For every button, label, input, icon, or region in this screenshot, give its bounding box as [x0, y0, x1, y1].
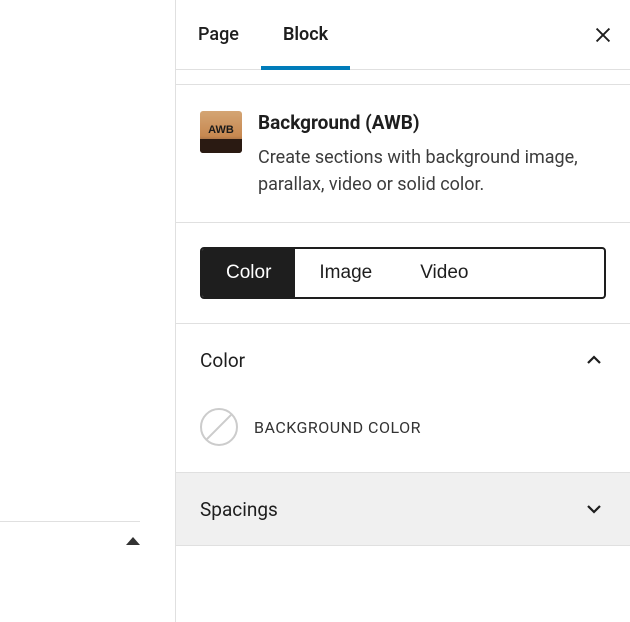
- svg-text:AWB: AWB: [208, 124, 234, 136]
- block-description: Create sections with background image, p…: [258, 144, 606, 198]
- chevron-down-icon: [582, 497, 606, 521]
- block-info: Background (AWB) Create sections with ba…: [258, 111, 606, 198]
- section-spacings: Spacings: [176, 473, 630, 546]
- block-icon-awb: AWB: [200, 111, 242, 153]
- close-icon: [592, 24, 614, 46]
- settings-tabs: Page Block: [176, 0, 630, 70]
- scroll-top-caret[interactable]: [126, 537, 140, 545]
- section-color-title: Color: [200, 349, 245, 372]
- background-color-label: BACKGROUND COLOR: [254, 418, 421, 437]
- background-color-row[interactable]: BACKGROUND COLOR: [200, 408, 606, 446]
- type-option-color[interactable]: Color: [202, 249, 295, 297]
- type-option-image[interactable]: Image: [295, 249, 396, 297]
- section-spacings-title: Spacings: [200, 498, 278, 521]
- section-color-body: BACKGROUND COLOR: [176, 396, 630, 472]
- block-title: Background (AWB): [258, 111, 606, 134]
- background-type-section: Color Image Video: [176, 223, 630, 324]
- tab-block[interactable]: Block: [261, 0, 350, 70]
- type-option-video[interactable]: Video: [396, 249, 492, 297]
- section-color-toggle[interactable]: Color: [176, 324, 630, 396]
- color-swatch-none: [200, 408, 238, 446]
- section-color: Color BACKGROUND COLOR: [176, 324, 630, 473]
- background-type-group: Color Image Video: [200, 247, 606, 299]
- section-spacings-toggle[interactable]: Spacings: [176, 473, 630, 545]
- tab-page[interactable]: Page: [176, 0, 261, 70]
- left-divider: [0, 521, 140, 522]
- editor-left-area: [0, 0, 175, 622]
- settings-panel: Page Block AWB: [175, 0, 630, 622]
- chevron-up-icon: [582, 348, 606, 372]
- block-header: AWB Background (AWB) Create sections wit…: [176, 84, 630, 223]
- close-panel-button[interactable]: [592, 24, 614, 46]
